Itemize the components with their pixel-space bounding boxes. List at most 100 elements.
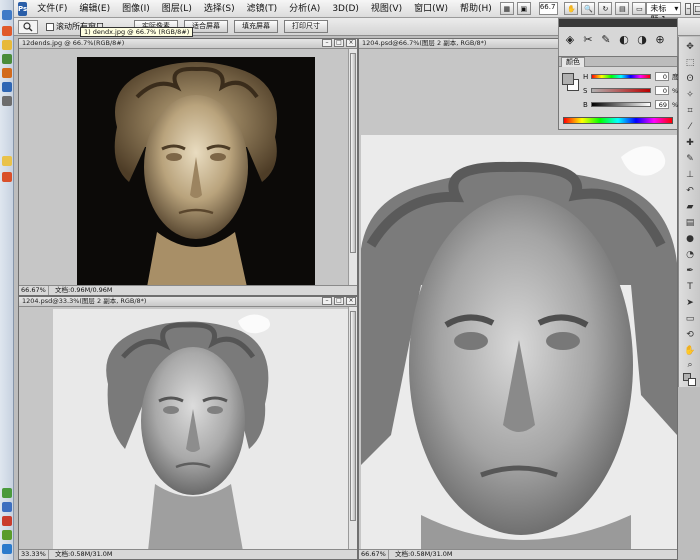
- doc-minimize-button[interactable]: –: [322, 297, 332, 305]
- zoom-tool-icon[interactable]: ⌕: [684, 359, 696, 371]
- hand-tool-icon[interactable]: ✋: [684, 345, 696, 357]
- tray-icon[interactable]: [2, 502, 12, 512]
- doc-maximize-button[interactable]: □: [334, 297, 344, 305]
- color-spectrum-bar[interactable]: [563, 117, 673, 124]
- menu-3d[interactable]: 3D(D): [326, 0, 365, 18]
- doc-close-button[interactable]: ×: [346, 39, 356, 47]
- reference-photo[interactable]: [77, 57, 315, 287]
- menu-help[interactable]: 帮助(H): [454, 0, 498, 18]
- dodge-tool-icon[interactable]: ◔: [684, 249, 696, 261]
- gradient-tool-icon[interactable]: ▤: [684, 217, 696, 229]
- screen-mode-button[interactable]: ▭: [632, 2, 647, 15]
- saturation-value-field[interactable]: 0: [655, 86, 669, 95]
- document-window-painting-small[interactable]: 1204.psd@33.3%(图层 2 副本, RGB/8*) – □ × 33.3…: [18, 296, 358, 560]
- print-size-button[interactable]: 打印尺寸: [284, 20, 328, 33]
- marquee-tool-icon[interactable]: ⬚: [684, 57, 696, 69]
- saturation-slider[interactable]: [591, 88, 651, 93]
- document-tab-reference[interactable]: 12dends.jpg @ 66.7%(RGB/8#) – □ ×: [19, 39, 357, 49]
- brush-tool-icon[interactable]: ✎: [684, 153, 696, 165]
- masks-icon[interactable]: ⊕: [653, 33, 667, 47]
- menu-file[interactable]: 文件(F): [31, 0, 73, 18]
- lasso-tool-icon[interactable]: ʘ: [684, 73, 696, 85]
- menu-image[interactable]: 图像(I): [116, 0, 156, 18]
- shortcut-icon[interactable]: [2, 96, 12, 106]
- shortcut-icon[interactable]: [2, 54, 12, 64]
- hue-slider[interactable]: [591, 74, 651, 79]
- blur-tool-icon[interactable]: ●: [684, 233, 696, 245]
- history-brush-tool-icon[interactable]: ↶: [684, 185, 696, 197]
- document-tab-painting-small[interactable]: 1204.psd@33.3%(图层 2 副本, RGB/8*) – □ ×: [19, 297, 357, 307]
- shortcut-icon[interactable]: [2, 26, 12, 36]
- shortcut-icon[interactable]: [2, 172, 12, 182]
- shape-tool-icon[interactable]: ▭: [684, 313, 696, 325]
- eyedropper-tool-icon[interactable]: ⁄: [684, 121, 696, 133]
- menu-analysis[interactable]: 分析(A): [283, 0, 326, 18]
- painting-large-doc-size[interactable]: 文档:0.58M/31.0M: [389, 550, 677, 559]
- painting-canvas-small[interactable]: [53, 309, 349, 551]
- brushes-panel-icon[interactable]: ✎: [599, 33, 613, 47]
- folder-icon[interactable]: [2, 156, 12, 166]
- hand-tool-button[interactable]: ✋: [564, 2, 579, 15]
- fill-screen-button[interactable]: 填充屏幕: [234, 20, 278, 33]
- shortcut-icon[interactable]: [2, 40, 12, 50]
- menu-edit[interactable]: 编辑(E): [73, 0, 116, 18]
- menu-select[interactable]: 选择(S): [198, 0, 241, 18]
- move-tool-icon[interactable]: ✥: [684, 41, 696, 53]
- painting-canvas-large[interactable]: [361, 135, 677, 551]
- clone-stamp-tool-icon[interactable]: ⊥: [684, 169, 696, 181]
- scroll-all-windows-checkbox[interactable]: [46, 22, 54, 31]
- painting-small-zoom-readout[interactable]: 33.33%: [19, 550, 49, 559]
- painting-large-zoom-readout[interactable]: 66.67%: [359, 550, 389, 559]
- menu-layer[interactable]: 图层(L): [156, 0, 198, 18]
- shortcut-icon[interactable]: [2, 82, 12, 92]
- layers-panel-icon[interactable]: ◈: [563, 33, 577, 47]
- current-tool-preset-icon[interactable]: [18, 19, 38, 34]
- color-tab[interactable]: 颜色: [561, 57, 585, 67]
- app-launcher-icon[interactable]: [2, 10, 12, 20]
- crop-tool-icon[interactable]: ⌗: [684, 105, 696, 117]
- clone-source-icon[interactable]: ◐: [617, 33, 631, 47]
- tray-icon[interactable]: [2, 544, 12, 554]
- painting-small-vertical-scrollbar[interactable]: [348, 307, 357, 549]
- menu-window[interactable]: 窗口(W): [408, 0, 454, 18]
- reference-doc-size[interactable]: 文档:0.96M/0.96M: [49, 286, 357, 295]
- hue-value-field[interactable]: 0: [655, 72, 669, 81]
- zoom-tool-button[interactable]: 🔍: [581, 2, 596, 15]
- adjustments-icon[interactable]: ◑: [635, 33, 649, 47]
- path-selection-tool-icon[interactable]: ➤: [684, 297, 696, 309]
- doc-close-button[interactable]: ×: [346, 297, 356, 305]
- document-window-reference[interactable]: 12dends.jpg @ 66.7%(RGB/8#) – □ × 66.67% 文…: [18, 38, 358, 296]
- brightness-value-field[interactable]: 69: [655, 100, 669, 109]
- arrange-documents-button[interactable]: ▤: [615, 2, 630, 15]
- brightness-slider[interactable]: [591, 102, 651, 107]
- shortcut-icon[interactable]: [2, 68, 12, 78]
- rotate-view-button[interactable]: ↻: [598, 2, 613, 15]
- tray-icon[interactable]: [2, 516, 12, 526]
- workspace-select[interactable]: 未标题-1: [646, 2, 682, 24]
- tray-icon[interactable]: [2, 488, 12, 498]
- 3d-rotate-tool-icon[interactable]: ⟲: [684, 329, 696, 341]
- zoom-level-field[interactable]: 66.7: [538, 2, 559, 15]
- toolbox-background-swatch[interactable]: [688, 378, 696, 386]
- menu-view[interactable]: 视图(V): [365, 0, 408, 18]
- doc-minimize-button[interactable]: –: [322, 39, 332, 47]
- eraser-tool-icon[interactable]: ▰: [684, 201, 696, 213]
- panel-dock-header[interactable]: [559, 19, 677, 27]
- menu-filter[interactable]: 滤镜(T): [241, 0, 284, 18]
- tray-icon[interactable]: [2, 530, 12, 540]
- painting-small-doc-size[interactable]: 文档:0.58M/31.0M: [49, 550, 357, 559]
- doc-maximize-button[interactable]: □: [334, 39, 344, 47]
- quick-select-tool-icon[interactable]: ✧: [684, 89, 696, 101]
- mini-bridge-button[interactable]: ▣: [516, 2, 531, 15]
- type-tool-icon[interactable]: T: [684, 281, 696, 293]
- hue-slider-row: H 0 度: [583, 72, 679, 82]
- healing-brush-tool-icon[interactable]: ✚: [684, 137, 696, 149]
- pen-tool-icon[interactable]: ✒: [684, 265, 696, 277]
- minimize-button[interactable]: –: [685, 2, 692, 15]
- foreground-color-swatch[interactable]: [562, 73, 574, 85]
- bridge-button[interactable]: ▦: [499, 2, 514, 15]
- reference-zoom-readout[interactable]: 66.67%: [19, 286, 49, 295]
- maximize-button[interactable]: □: [693, 2, 700, 15]
- tool-presets-icon[interactable]: ✂: [581, 33, 595, 47]
- reference-vertical-scrollbar[interactable]: [348, 49, 357, 285]
